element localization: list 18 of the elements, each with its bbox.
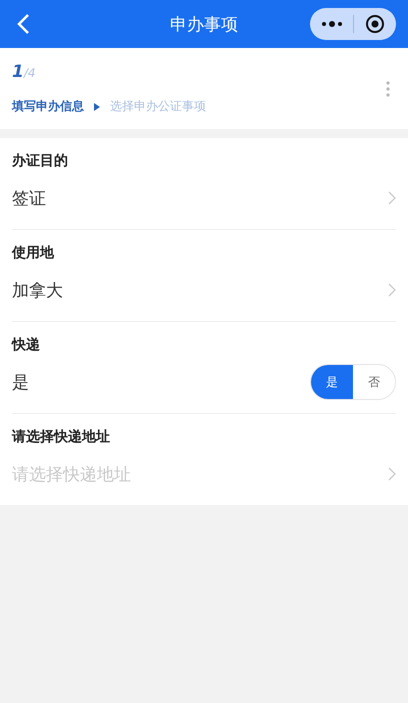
segment-option[interactable]: 是 xyxy=(311,365,353,399)
field-value: 签证 xyxy=(12,188,46,210)
field-value: 是 xyxy=(12,372,29,394)
back-icon[interactable] xyxy=(16,13,30,35)
step-label: 填写申办信息 xyxy=(12,98,84,115)
chevron-right-icon xyxy=(388,467,396,481)
more-icon[interactable] xyxy=(321,20,344,28)
field-label: 使用地 xyxy=(12,244,55,262)
step-total: /4 xyxy=(24,66,36,80)
field-value: 加拿大 xyxy=(12,280,63,302)
step-label: 选择申办公证事项 xyxy=(110,98,206,115)
field-label: 办证目的 xyxy=(12,152,69,170)
step-number: 1 xyxy=(12,62,24,82)
field-label: 快递 xyxy=(12,336,41,354)
page-title: 申办事项 xyxy=(169,14,239,36)
field-label: 请选择快递地址 xyxy=(12,428,111,446)
close-icon[interactable] xyxy=(364,14,385,34)
triangle-icon xyxy=(94,102,100,110)
